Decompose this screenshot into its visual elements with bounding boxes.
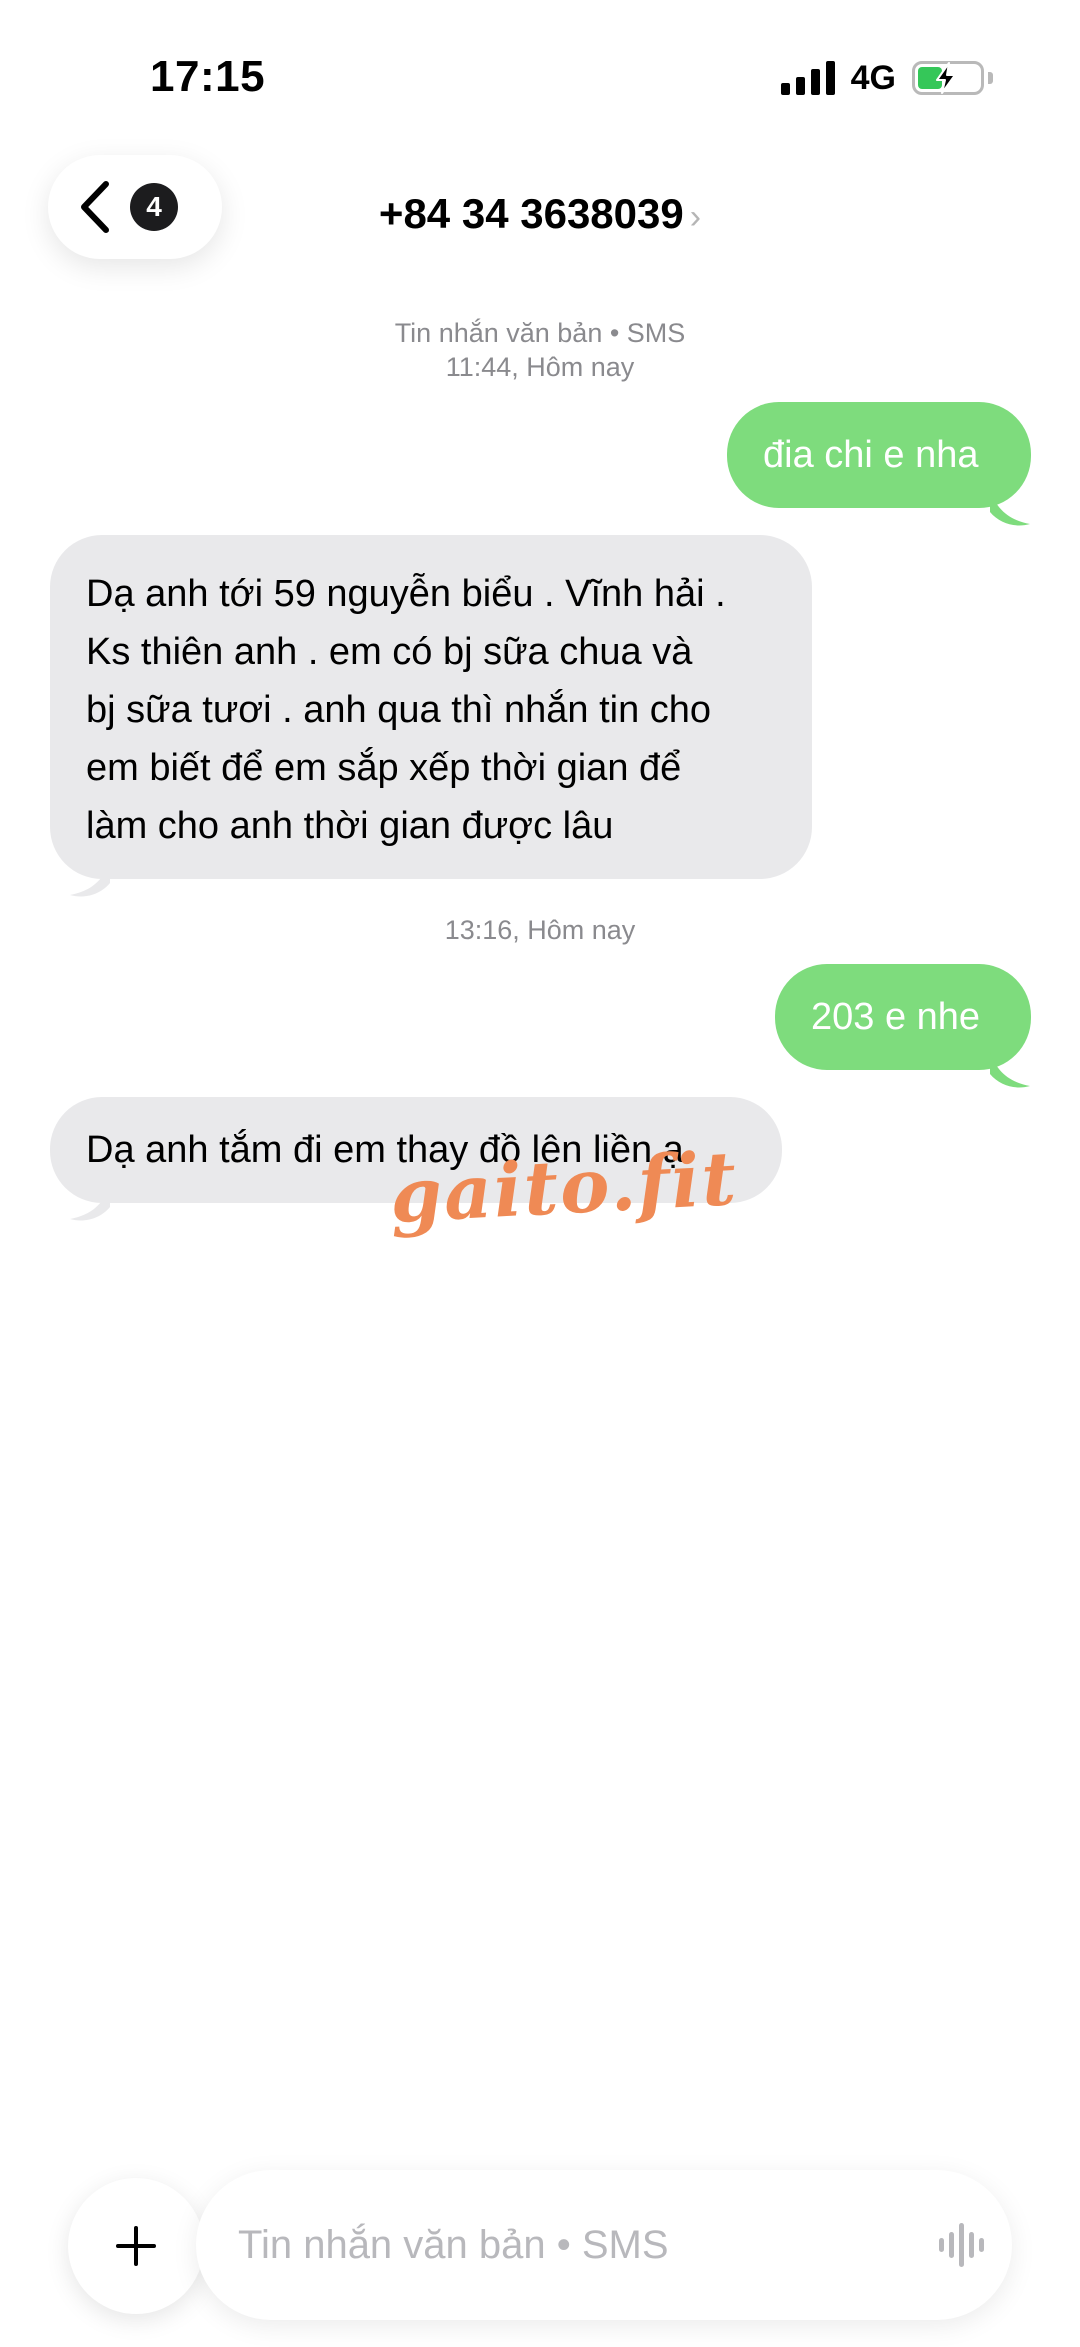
bubble-tail (70, 861, 110, 897)
timestamp: 11:44, Hôm nay (445, 352, 635, 382)
message-line: bj sữa tươi . anh qua thì nhắn tin cho (86, 689, 712, 731)
bubble-tail (70, 1185, 110, 1221)
status-time: 17:15 (150, 52, 266, 101)
message-composer[interactable] (196, 2170, 1012, 2320)
message-line: Ks thiên anh . em có bj sữa chua và (86, 631, 693, 673)
signal-icon (780, 61, 835, 95)
outgoing-message[interactable]: đia chi e nha (727, 402, 1031, 508)
message-type-label: Tin nhắn văn bản • SMS (394, 318, 686, 348)
network-label: 4G (850, 58, 896, 97)
message-line: Dạ anh tới 59 nguyễn biểu . Vĩnh hải . (86, 573, 726, 615)
incoming-message[interactable]: Dạ anh tới 59 nguyễn biểu . Vĩnh hải . K… (50, 535, 812, 879)
message-text: đia chi e nha (763, 434, 979, 476)
timestamp: 13:16, Hôm nay (444, 915, 636, 945)
audio-waveform-icon[interactable] (939, 2222, 984, 2268)
message-line: em biết để em sắp xếp thời gian để (86, 747, 682, 789)
contact-name[interactable]: +84 34 3638039 › (0, 190, 1080, 238)
battery-charging-icon (912, 61, 993, 95)
message-text: 203 e nhe (811, 996, 981, 1038)
chevron-right-icon: › (689, 198, 702, 236)
message-input[interactable] (236, 2221, 890, 2269)
plus-icon (116, 2226, 156, 2266)
status-indicators: 4G (780, 58, 993, 98)
contact-number: +84 34 3638039 (378, 190, 684, 237)
message-line: làm cho anh thời gian được lâu (86, 805, 614, 847)
bubble-tail (990, 1052, 1030, 1088)
add-attachment-button[interactable] (68, 2178, 204, 2314)
watermark: gaito.fit (387, 1135, 740, 1241)
bubble-tail (990, 490, 1030, 526)
